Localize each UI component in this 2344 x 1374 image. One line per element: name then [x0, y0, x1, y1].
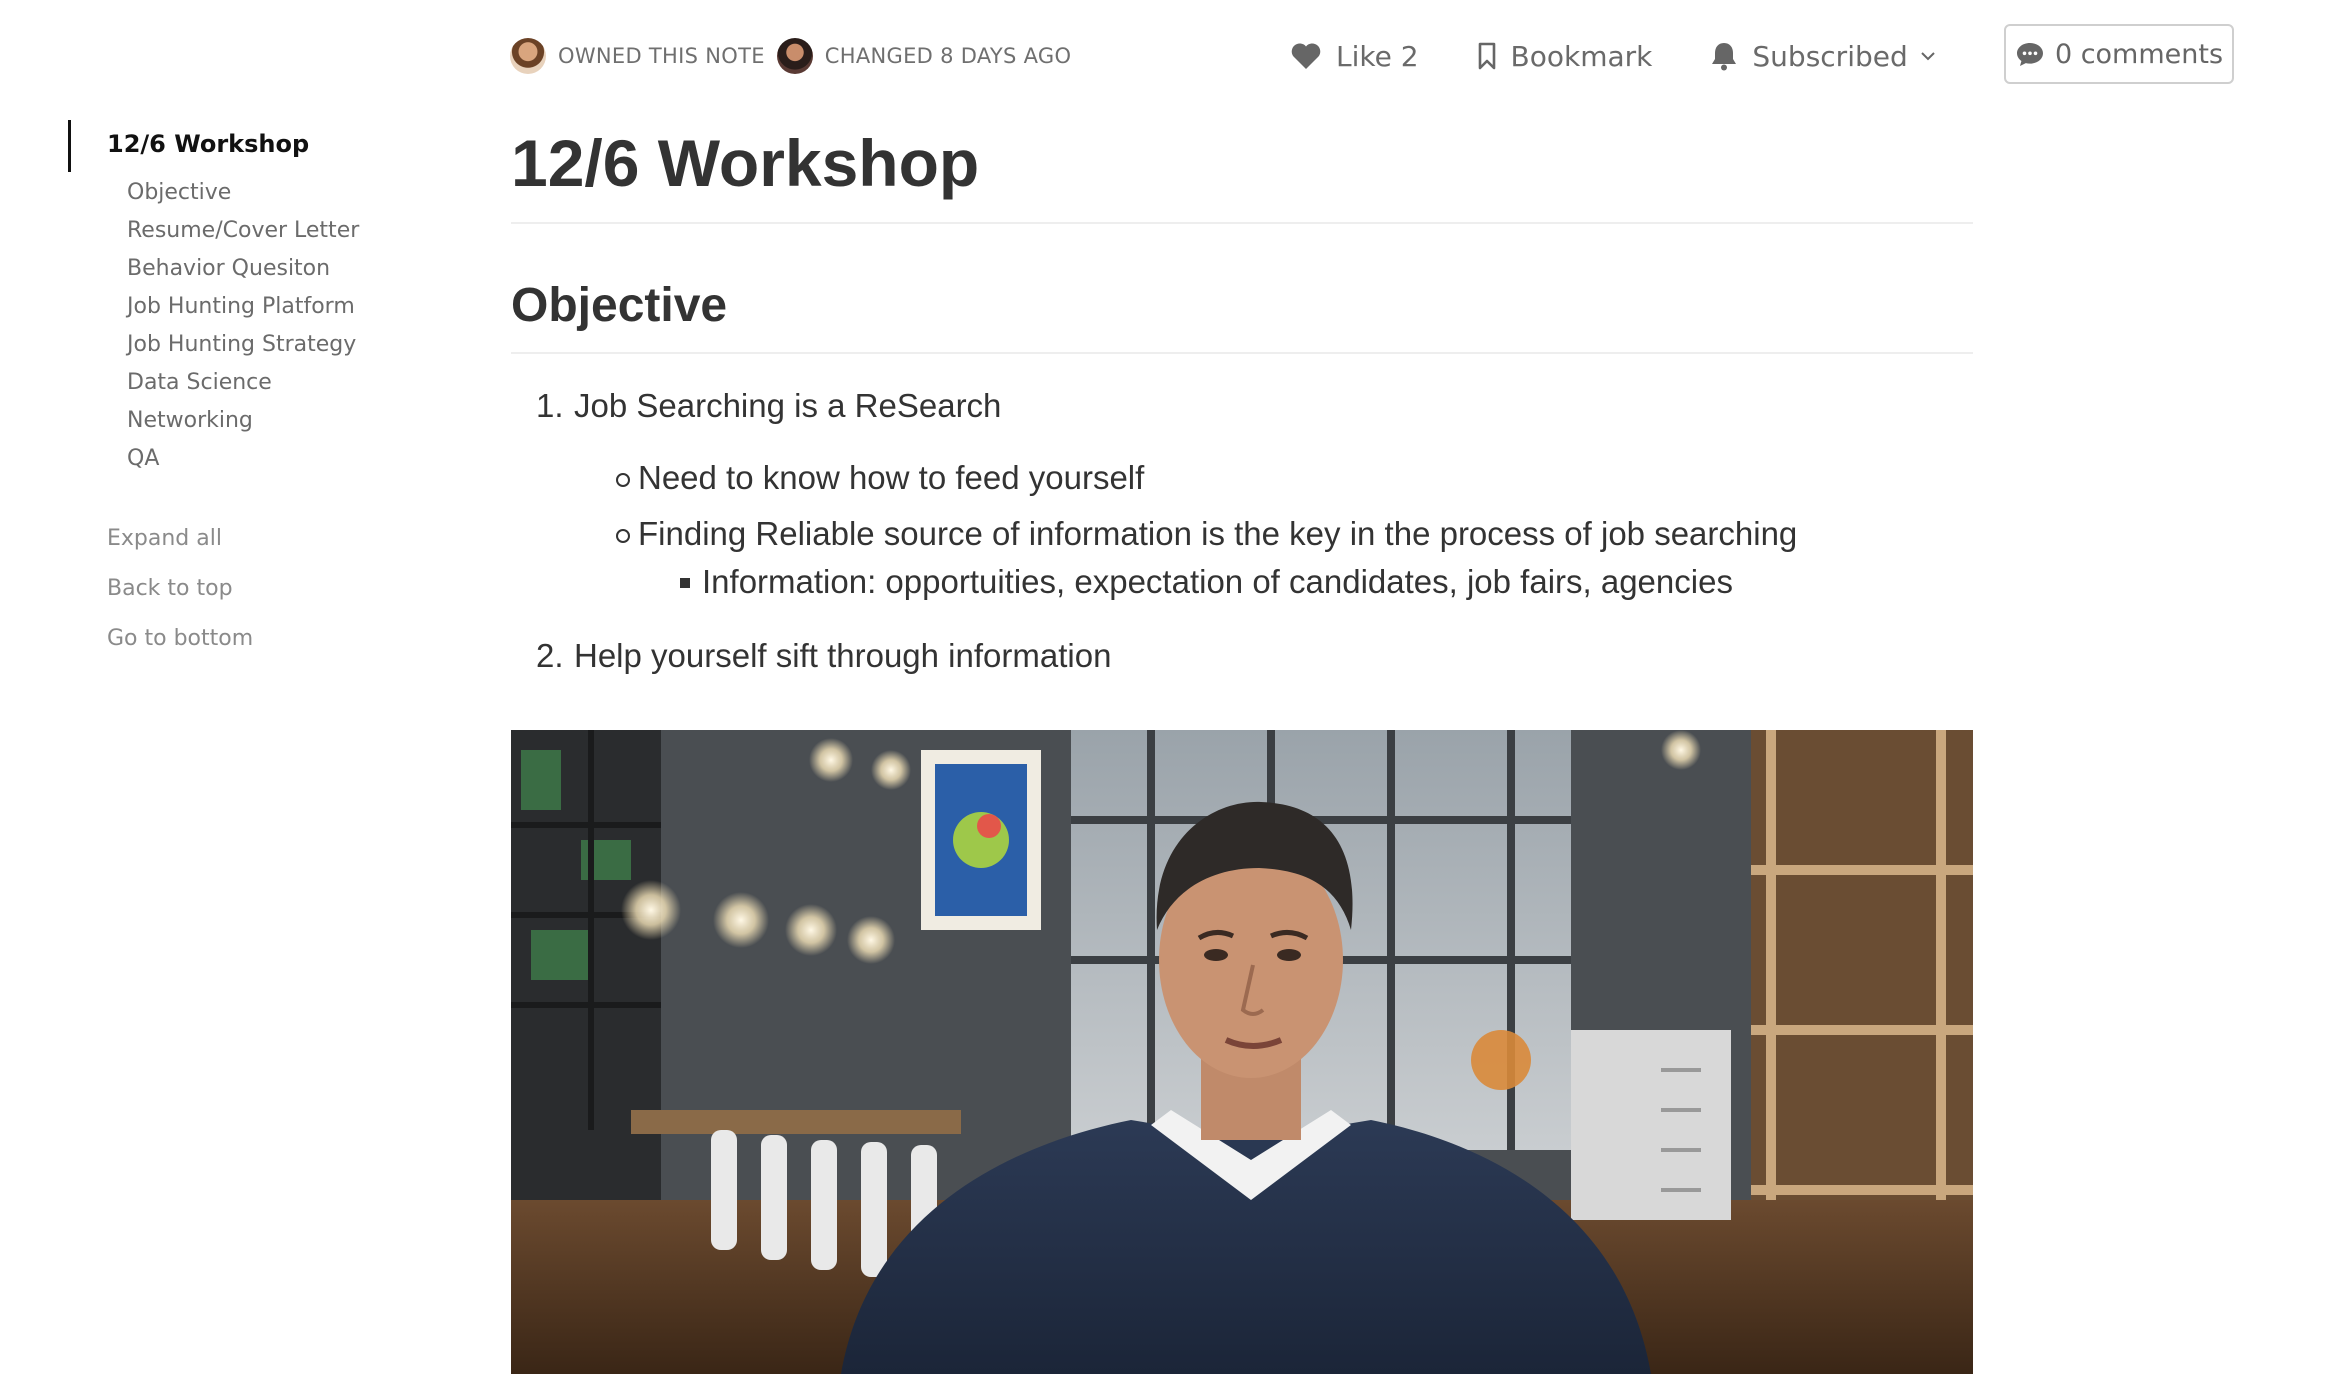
chevron-down-icon: [1921, 52, 1935, 61]
go-to-bottom-link[interactable]: Go to bottom: [107, 614, 408, 664]
bookmark-label: Bookmark: [1510, 39, 1653, 73]
toc-item-resume[interactable]: Resume/Cover Letter: [127, 212, 408, 250]
bookmark-button[interactable]: Bookmark: [1477, 39, 1653, 73]
table-of-contents: 12/6 Workshop Objective Resume/Cover Let…: [68, 120, 408, 664]
section-heading-objective: Objective: [511, 274, 1973, 354]
list-item-text: Help yourself sift through information: [574, 637, 1112, 674]
like-label: Like 2: [1336, 39, 1419, 73]
toc-item-data-science[interactable]: Data Science: [127, 364, 408, 402]
list-number: 2.: [536, 637, 564, 674]
note-meta: OWNED THIS NOTE CHANGED 8 DAYS AGO: [510, 36, 1071, 76]
comment-icon: [2016, 43, 2043, 66]
bookmark-icon: [1478, 42, 1495, 70]
toc-list: Objective Resume/Cover Letter Behavior Q…: [68, 174, 408, 478]
objective-list: 1. Job Searching is a ReSearch Need to k…: [511, 382, 1973, 680]
owner-label: OWNED THIS NOTE: [558, 44, 765, 68]
toc-item-platform[interactable]: Job Hunting Platform: [127, 288, 408, 326]
video-frame: [511, 730, 1973, 1374]
toc-item-networking[interactable]: Networking: [127, 402, 408, 440]
toc-item-behavior[interactable]: Behavior Quesiton: [127, 250, 408, 288]
like-button[interactable]: Like 2: [1290, 40, 1419, 73]
embedded-video[interactable]: [511, 730, 1973, 1374]
toc-item-objective[interactable]: Objective: [127, 174, 408, 212]
page-title: 12/6 Workshop: [511, 120, 1973, 224]
toc-tools: Expand all Back to top Go to bottom: [68, 514, 408, 664]
list-number: 1.: [536, 387, 564, 424]
bullet-circle-icon: [616, 473, 630, 487]
comments-button[interactable]: 0 comments: [2004, 24, 2234, 84]
heart-icon: [1291, 43, 1321, 69]
sub-bullet-list: Information: opportuities, expectation o…: [638, 558, 1973, 606]
expand-all-link[interactable]: Expand all: [107, 514, 408, 564]
sub-bullet-text: Information: opportuities, expectation o…: [702, 563, 1733, 600]
editor-avatar[interactable]: [776, 38, 813, 74]
subscribe-button[interactable]: Subscribed: [1710, 40, 1935, 73]
back-to-top-link[interactable]: Back to top: [107, 564, 408, 614]
bullet-circle-icon: [616, 529, 630, 543]
list-item: 2. Help yourself sift through informatio…: [511, 632, 1973, 680]
owner-avatar[interactable]: [510, 38, 546, 74]
note-page: 12/6 Workshop Objective Resume/Cover Let…: [0, 0, 2344, 1374]
bullet-item: Need to know how to feed yourself: [574, 454, 1973, 502]
toc-item-active[interactable]: 12/6 Workshop: [68, 120, 408, 174]
changed-label: CHANGED 8 DAYS AGO: [824, 44, 1072, 68]
list-item-text: Job Searching is a ReSearch: [574, 387, 1002, 424]
bullet-list: Need to know how to feed yourself Findin…: [574, 454, 1973, 606]
note-actions: Like 2 Bookmark Subscribed: [1290, 32, 1994, 80]
toc-item-strategy[interactable]: Job Hunting Strategy: [127, 326, 408, 364]
bullet-square-icon: [680, 578, 690, 588]
note-content: 12/6 Workshop Objective 1. Job Searching…: [511, 120, 1973, 680]
bullet-text: Finding Reliable source of information i…: [638, 515, 1798, 552]
sub-bullet-item: Information: opportuities, expectation o…: [638, 558, 1973, 606]
toc-item-qa[interactable]: QA: [127, 440, 408, 478]
bullet-item: Finding Reliable source of information i…: [574, 510, 1973, 606]
subscribed-label: Subscribed: [1752, 39, 1908, 73]
bell-icon: [1712, 43, 1737, 71]
comments-label: 0 comments: [2054, 38, 2224, 70]
list-item: 1. Job Searching is a ReSearch Need to k…: [511, 382, 1973, 606]
bullet-text: Need to know how to feed yourself: [638, 459, 1145, 496]
